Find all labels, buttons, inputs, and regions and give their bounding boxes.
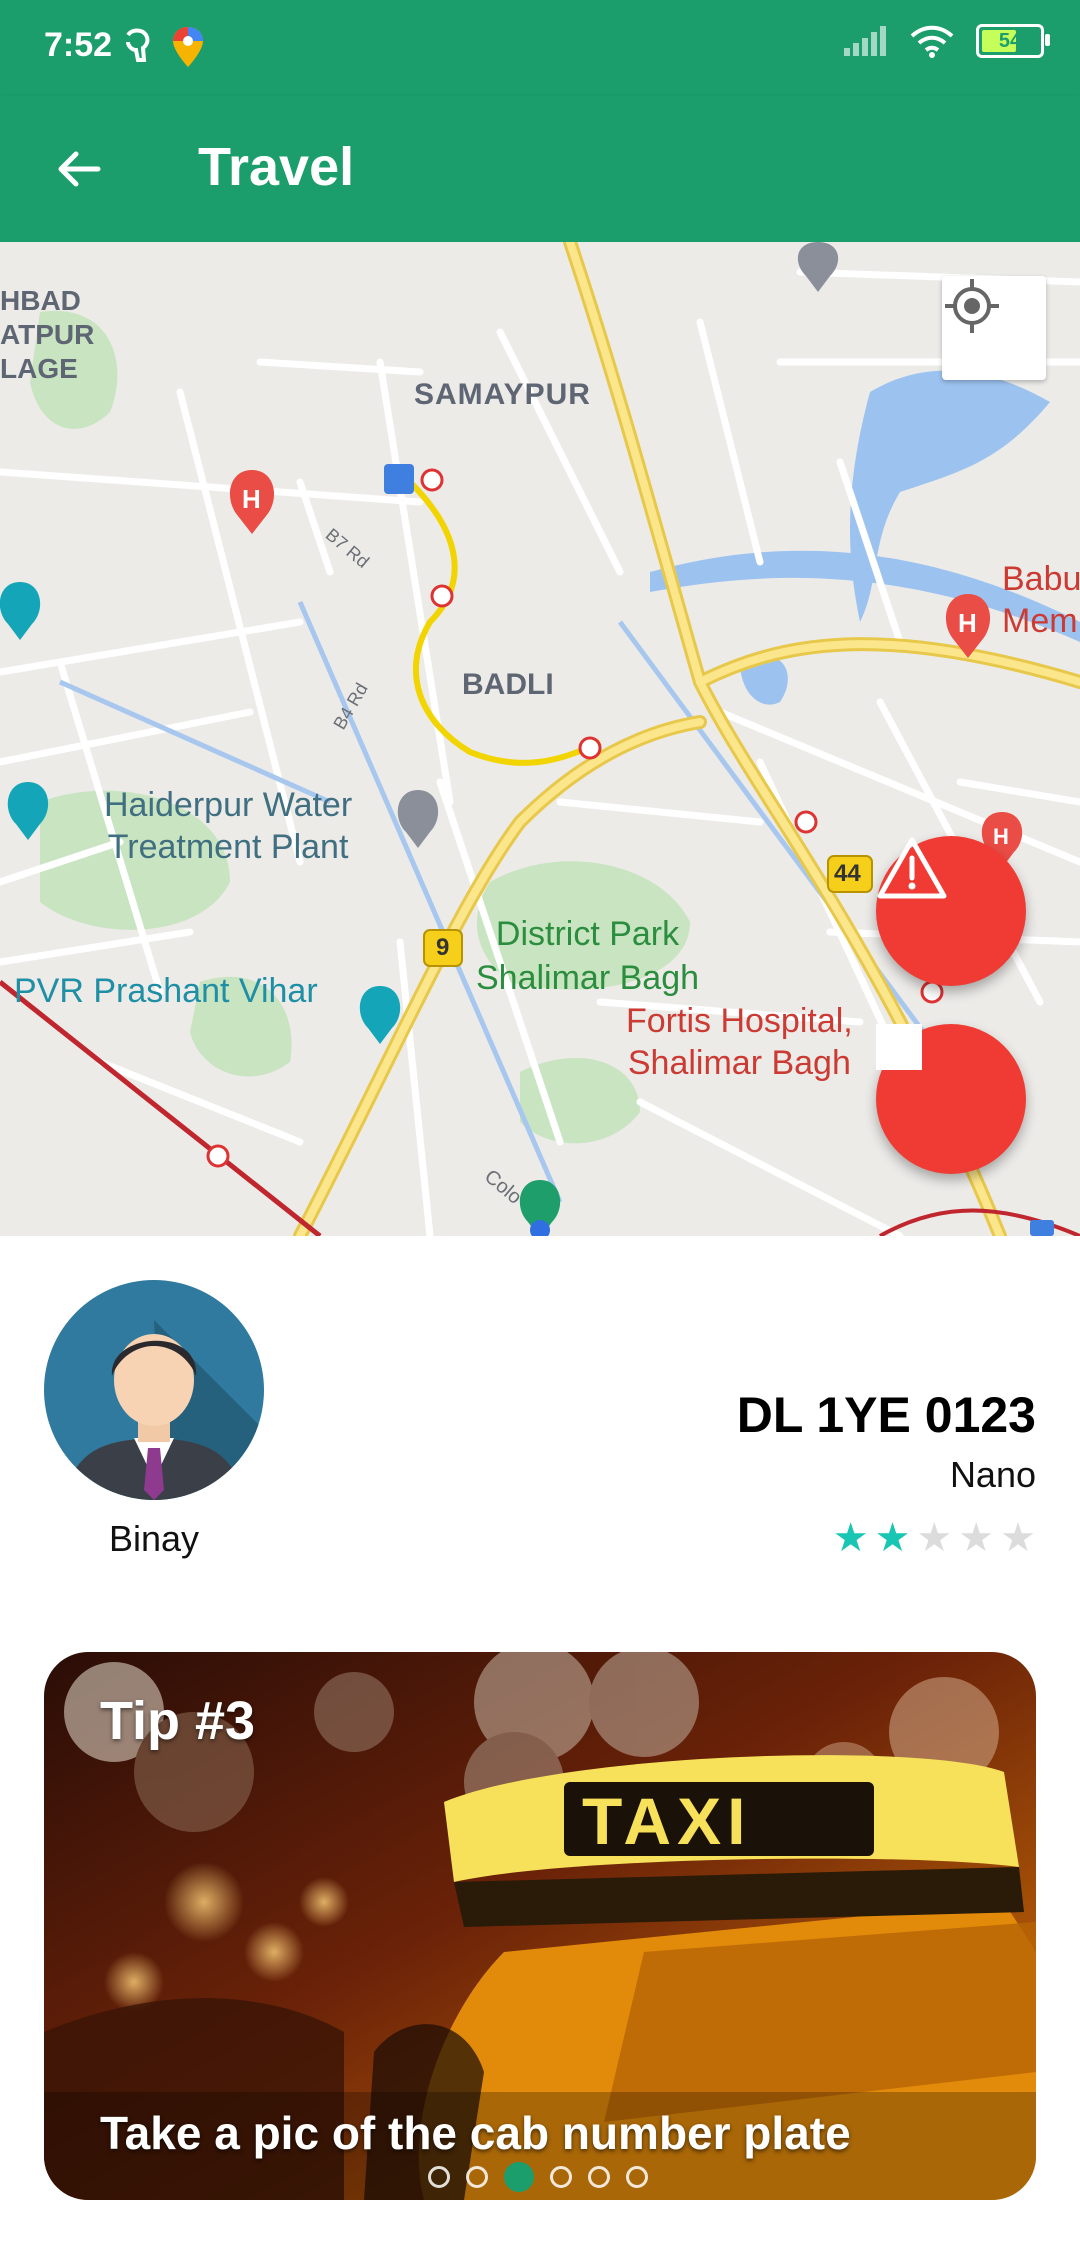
map-label-route-9: 9 [436,934,450,961]
stop-trip-button[interactable] [876,1024,1026,1174]
person-icon [44,1280,264,1500]
battery-level: 54 [998,29,1022,52]
maps-icon [173,27,203,67]
tip-title: Tip #3 [100,1691,256,1751]
svg-text:H: H [958,608,977,638]
carousel-dot[interactable] [466,2166,488,2188]
driver-info-panel: Binay DL 1YE 0123 Nano ★ ★ ★ ★ ★ [0,1236,1080,1616]
notification-icon [126,28,150,62]
status-notification-icons [122,22,206,72]
carousel-dot[interactable] [588,2166,610,2188]
map-view[interactable]: H H H HBAD ATPUR LAGE SAMAYPUR BADLI B7 … [0,242,1080,1236]
star-empty-icon: ★ [1000,1516,1036,1560]
vehicle-plate-number: DL 1YE 0123 [736,1387,1036,1443]
carousel-dot[interactable] [626,2166,648,2188]
back-arrow-icon [58,151,101,187]
battery-icon: 54 [976,24,1050,58]
carousel-dot[interactable] [550,2166,572,2188]
vehicle-model: Nano [949,1454,1036,1495]
carousel-dot[interactable] [428,2166,450,2188]
page-title: Travel [198,137,355,197]
star-filled-icon: ★ [874,1516,911,1560]
stop-icon [876,1024,922,1070]
svg-text:H: H [242,484,261,514]
my-location-button[interactable] [942,276,1046,380]
crosshair-icon [945,279,999,333]
status-time: 7:52 [44,26,113,64]
map-label-fortis: Fortis Hospital, Shalimar Bagh [626,1002,853,1082]
tip-caption: Take a pic of the cab number plate [100,2107,851,2159]
map-label-route-44: 44 [834,860,861,887]
star-empty-icon: ★ [958,1516,995,1560]
carousel-page-indicator [428,2162,648,2192]
back-button[interactable] [44,134,114,204]
map-label-babu: Babu Mem [1002,560,1080,640]
sos-alert-button[interactable] [876,836,1026,986]
map-label-samaypur: SAMAYPUR [414,378,591,411]
warning-icon [877,837,947,899]
driver-rating: ★ ★ ★ ★ ★ [833,1518,1036,1558]
map-label-badli: BADLI [462,668,554,701]
wifi-icon [910,25,954,58]
svg-text:TAXI: TAXI [582,1784,751,1858]
status-system-icons: 54 [844,24,1050,58]
map-label-district-park: District Park Shalimar Bagh [476,915,700,997]
map-label-haiderpur: Haiderpur Water Treatment Plant [104,786,353,866]
map-label-left-edge: HBAD ATPUR LAGE [0,285,95,384]
driver-avatar [44,1280,264,1500]
star-empty-icon: ★ [916,1516,953,1560]
status-bar: 7:52 54 [0,0,1080,96]
star-filled-icon: ★ [832,1516,869,1560]
signal-icon [844,26,886,56]
driver-name: Binay [108,1518,200,1559]
tip-carousel[interactable]: TAXI Tip #3 Take a pic of the cab number… [44,1652,1036,2200]
app-bar: Travel [0,96,1080,242]
carousel-dot[interactable] [504,2162,534,2192]
svg-text:H: H [993,824,1009,849]
map-label-pvr: PVR Prashant Vihar [14,972,318,1010]
